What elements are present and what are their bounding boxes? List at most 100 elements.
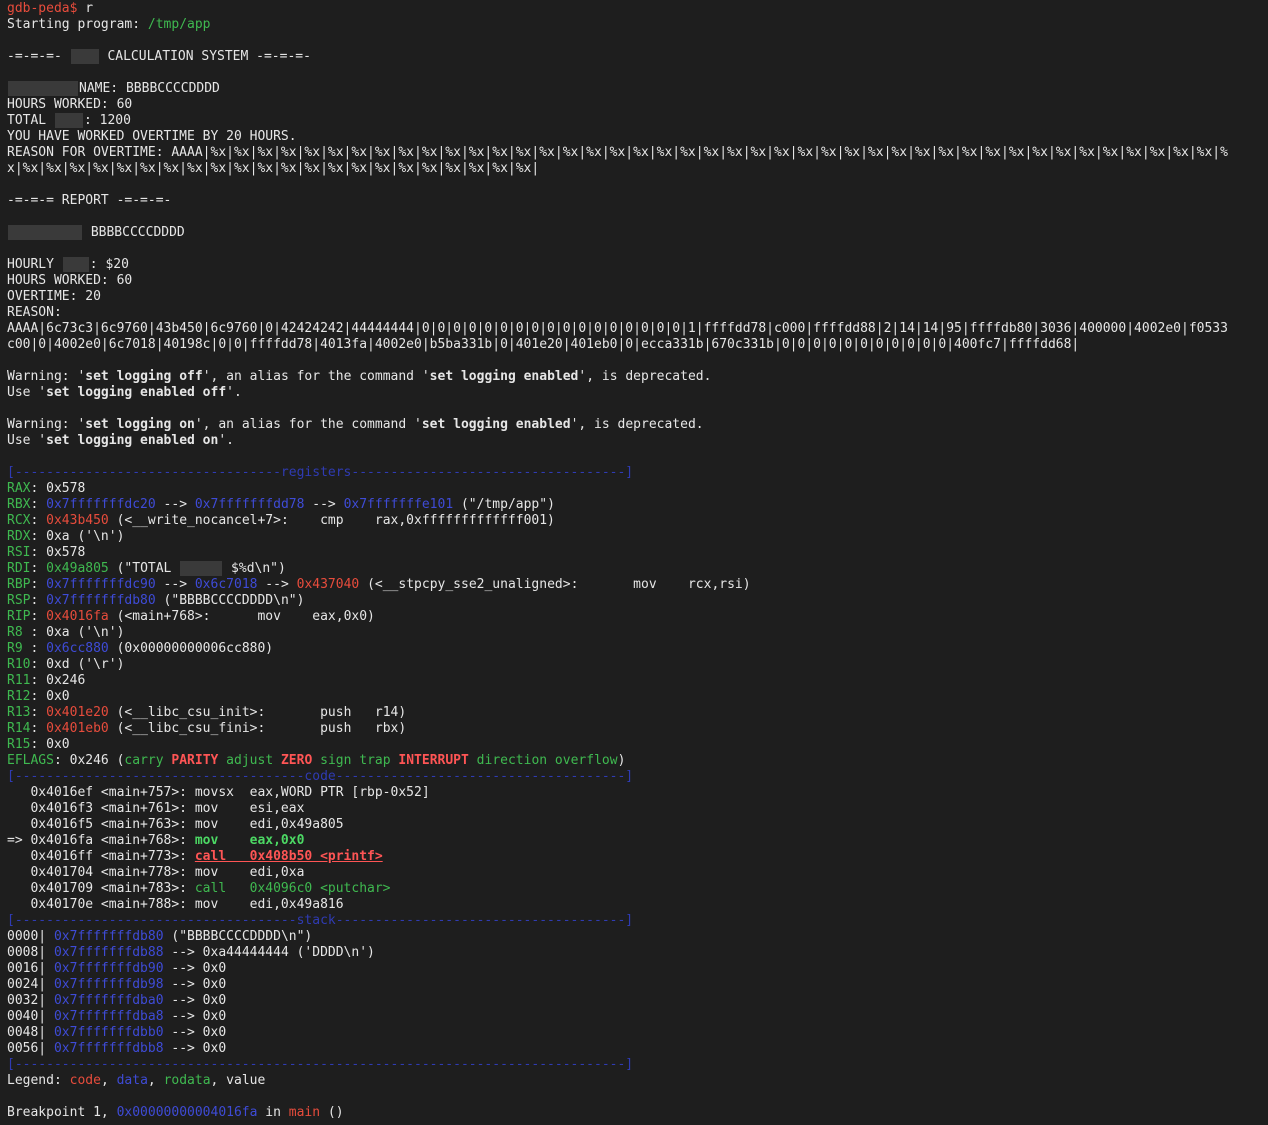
terminal-text: INTERRUPT — [398, 753, 469, 768]
terminal-text: : — [30, 577, 47, 592]
terminal-text: Warning: ' — [7, 417, 86, 432]
terminal-line: RDI: 0x49a805 ("TOTAL $%d\n") — [7, 561, 1268, 577]
terminal-text: RBX — [7, 497, 31, 512]
terminal-text: : 0x0 — [30, 737, 70, 752]
terminal-text: 0032| — [7, 993, 54, 1008]
terminal-text: 0x401eb0 — [46, 721, 109, 736]
terminal-text: Breakpoint 1, — [7, 1105, 117, 1120]
terminal-text: 0x437040 — [296, 577, 360, 592]
terminal-text: direction overflow — [468, 753, 618, 768]
terminal-text: RBP — [7, 577, 31, 592]
terminal-line: 0000| 0x7fffffffdb80 ("BBBBCCCCDDDD\n") — [7, 929, 1268, 945]
terminal-text: => 0x4016fa <main+768>: — [7, 833, 195, 848]
terminal-line: EFLAGS: 0x246 (carry PARITY adjust ZERO … — [7, 753, 1268, 769]
terminal-text: 0008| — [7, 945, 54, 960]
terminal-text: , — [100, 1073, 117, 1088]
terminal-text: PARITY — [171, 753, 219, 768]
terminal-text: YOU HAVE WORKED OVERTIME BY 20 HOURS. — [7, 129, 297, 144]
terminal-text: 0x401704 <main+778>: mov edi,0xa — [7, 865, 305, 880]
terminal-line: 0x4016f3 <main+761>: mov esi,eax — [7, 801, 1268, 817]
redacted-block — [8, 81, 78, 96]
terminal-line: 0x4016f5 <main+763>: mov edi,0x49a805 — [7, 817, 1268, 833]
terminal-line: Warning: 'set logging on', an alias for … — [7, 417, 1268, 433]
terminal-line: 0056| 0x7fffffffdbb8 --> 0x0 — [7, 1041, 1268, 1057]
terminal-text: 0x401e20 — [46, 705, 109, 720]
terminal-text: Legend: — [7, 1073, 70, 1088]
terminal-line: => 0x4016fa <main+768>: mov eax,0x0 — [7, 833, 1268, 849]
terminal-line: R10: 0xd ('\r') — [7, 657, 1268, 673]
terminal-text: --> 0x0 — [163, 961, 227, 976]
terminal-text: --> 0x0 — [163, 1025, 227, 1040]
terminal-text: (<__libc_csu_init>: push r14) — [108, 705, 407, 720]
terminal-text: R12 — [7, 689, 31, 704]
terminal-text: set logging on — [85, 417, 195, 432]
terminal-text: [----------------------------------regis… — [7, 465, 634, 480]
terminal-text: r — [77, 1, 94, 16]
terminal-text: ("BBBBCCCCDDDD\n") — [163, 929, 313, 944]
terminal-text: : 0x246 — [30, 673, 86, 688]
terminal-line: REASON: — [7, 305, 1268, 321]
terminal-line: [---------------------------------------… — [7, 1057, 1268, 1073]
terminal-text: RDI — [7, 561, 31, 576]
terminal-line: RSI: 0x578 — [7, 545, 1268, 561]
terminal-text: : — [30, 593, 47, 608]
terminal-text: BBBBCCCCDDDD — [83, 225, 185, 240]
terminal-text: --> — [257, 577, 297, 592]
terminal-text: : — [30, 641, 47, 656]
terminal-line: [------------------------------------sta… — [7, 913, 1268, 929]
terminal-text: 0x4016ff <main+773>: — [7, 849, 195, 864]
terminal-text: RCX — [7, 513, 31, 528]
terminal-text: HOURS WORKED: 60 — [7, 97, 133, 112]
terminal-line: [-------------------------------------co… — [7, 769, 1268, 785]
terminal-text: --> — [155, 497, 195, 512]
terminal-line: OVERTIME: 20 — [7, 289, 1268, 305]
terminal-text: : $20 — [89, 257, 129, 272]
terminal-text: --> — [155, 577, 195, 592]
redacted-block — [54, 113, 83, 128]
terminal-line: RBP: 0x7fffffffdc90 --> 0x6c7018 --> 0x4… — [7, 577, 1268, 593]
terminal-text: ) — [617, 753, 626, 768]
terminal-text: 0000| — [7, 929, 54, 944]
terminal-text: in — [257, 1105, 289, 1120]
terminal-text: (0x00000000006cc880) — [108, 641, 274, 656]
terminal-text: --> 0x0 — [163, 1009, 227, 1024]
terminal-text: 0x7fffffffdbb8 — [53, 1041, 164, 1056]
terminal-text: : 0x578 — [30, 545, 86, 560]
terminal-line: AAAA|6c73c3|6c9760|43b450|6c9760|0|42424… — [7, 321, 1268, 337]
terminal-text: RSP — [7, 593, 31, 608]
terminal-line: 0008| 0x7fffffffdb88 --> 0xa44444444 ('D… — [7, 945, 1268, 961]
terminal-line: R13: 0x401e20 (<__libc_csu_init>: push r… — [7, 705, 1268, 721]
terminal-text: gdb-peda$ — [7, 1, 78, 16]
terminal-line: NAME: BBBBCCCCDDDD — [7, 81, 1268, 97]
terminal-text: HOURLY — [7, 257, 62, 272]
terminal-text: ', is deprecated. — [570, 417, 704, 432]
terminal-text: 0x7fffffffdb98 — [53, 977, 164, 992]
terminal-line: 0x40170e <main+788>: mov edi,0x49a816 — [7, 897, 1268, 913]
terminal-text: R13 — [7, 705, 31, 720]
terminal-line: RCX: 0x43b450 (<__write_nocancel+7>: cmp… — [7, 513, 1268, 529]
terminal-line: 0032| 0x7fffffffdba0 --> 0x0 — [7, 993, 1268, 1009]
terminal-output[interactable]: gdb-peda$ r Starting program: /tmp/app -=… — [0, 0, 1268, 1121]
terminal-text: : 0x246 ( — [53, 753, 125, 768]
terminal-text: : 1200 — [83, 113, 131, 128]
terminal-text: carry — [124, 753, 172, 768]
terminal-text: R15 — [7, 737, 31, 752]
terminal-text: mov eax,0x0 — [194, 833, 305, 848]
terminal-line: R12: 0x0 — [7, 689, 1268, 705]
terminal-text: set logging enabled — [421, 417, 571, 432]
terminal-text: : 0xa ('\n') — [30, 625, 125, 640]
terminal-line: Warning: 'set logging off', an alias for… — [7, 369, 1268, 385]
terminal-text: ', an alias for the command ' — [202, 369, 430, 384]
terminal-line: BBBBCCCCDDDD — [7, 225, 1268, 241]
terminal-text: 0x49a805 — [46, 561, 109, 576]
terminal-text: : — [30, 497, 47, 512]
terminal-line: HOURLY : $20 — [7, 257, 1268, 273]
terminal-text: 0x7fffffffdc20 — [46, 497, 156, 512]
terminal-text: (<__write_nocancel+7>: cmp rax,0xfffffff… — [108, 513, 555, 528]
terminal-text: 0x43b450 — [46, 513, 109, 528]
terminal-text: R10 — [7, 657, 31, 672]
